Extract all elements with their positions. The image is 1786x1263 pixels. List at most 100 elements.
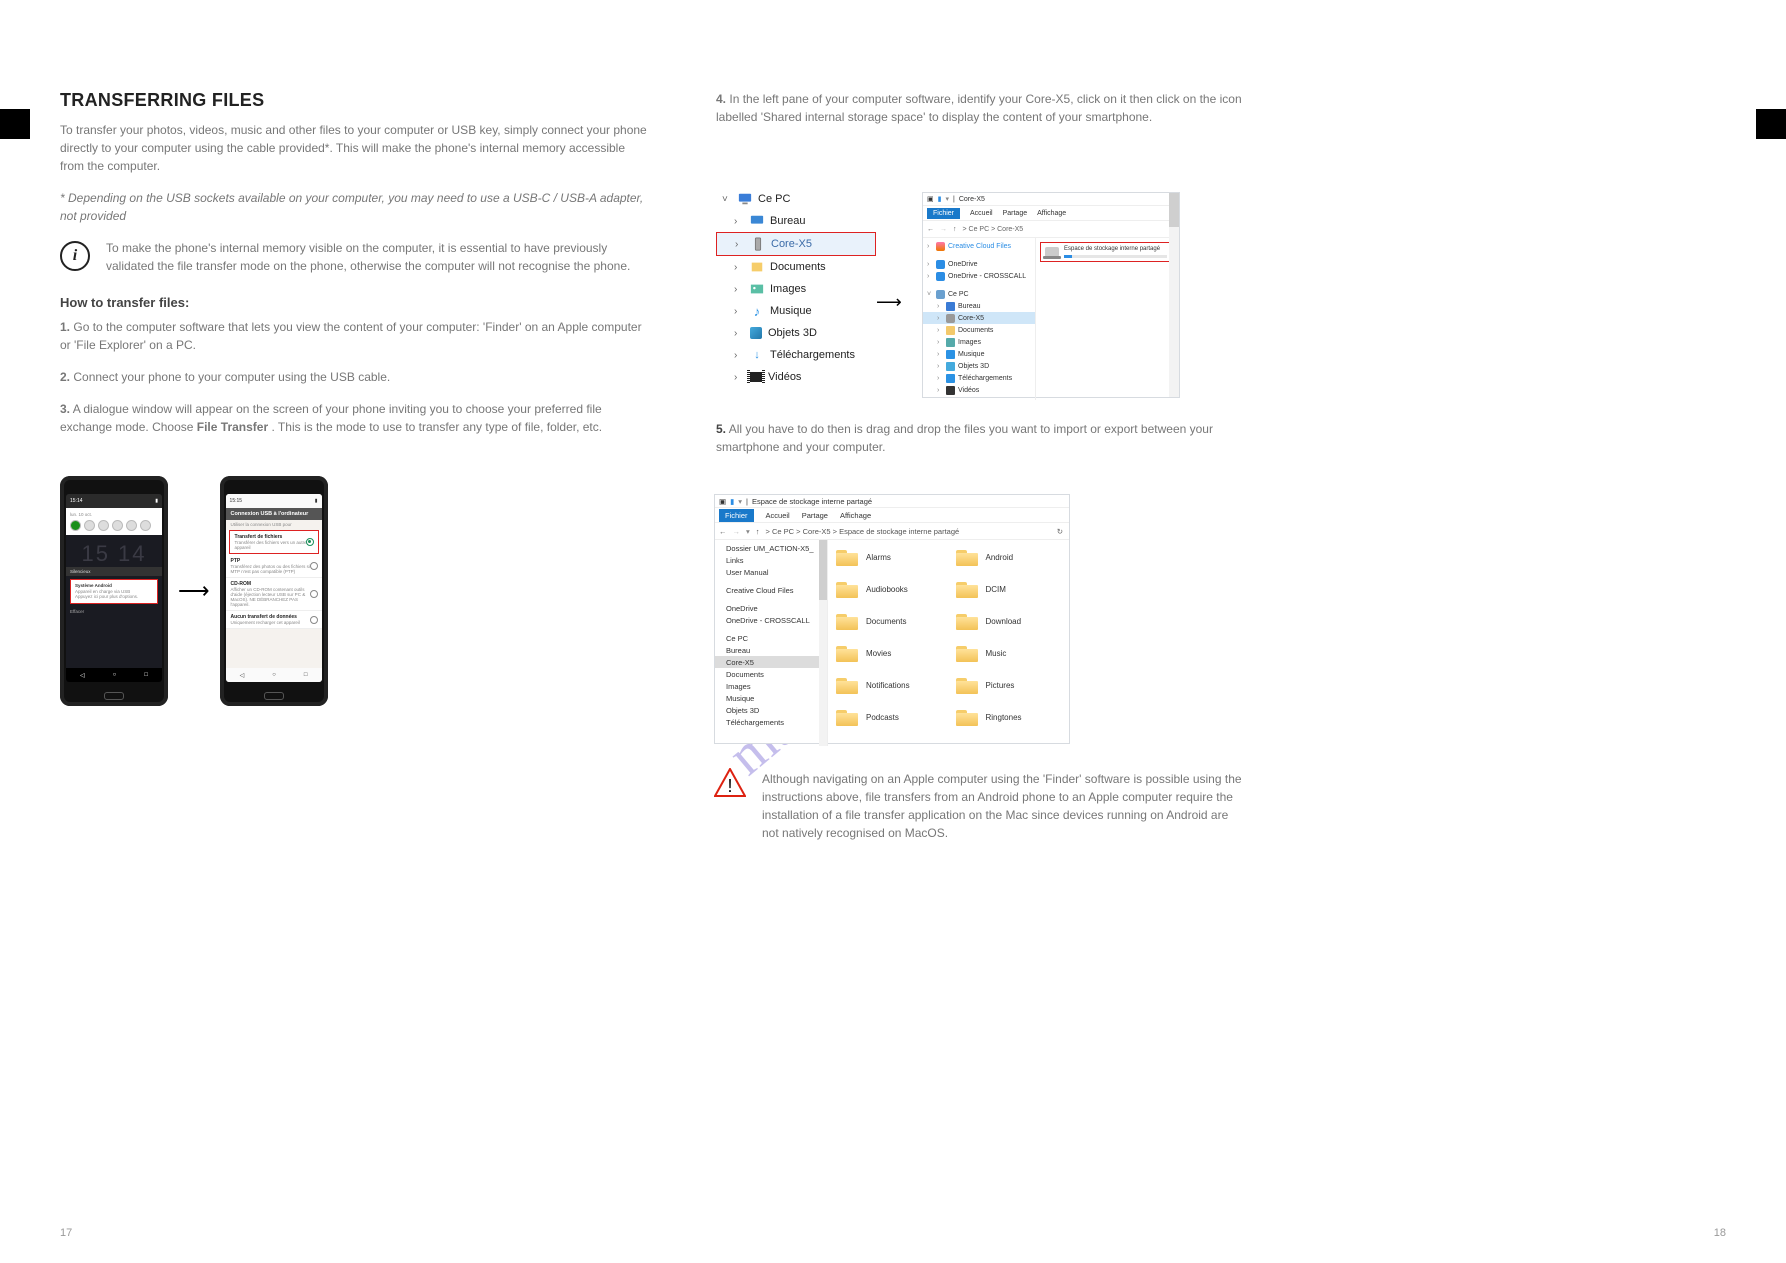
- folder-item: Ringtones: [956, 702, 1062, 732]
- pc-icon: [738, 192, 752, 206]
- side-label: OneDrive: [726, 604, 758, 613]
- lg-explorer-main: Alarms Android Audiobooks DCIM Documents…: [828, 540, 1069, 746]
- side-label: Ce PC: [948, 291, 969, 298]
- side-label: OneDrive - CROSSCALL: [726, 616, 810, 625]
- side-label: Creative Cloud Files: [948, 243, 1011, 250]
- side-label: Documents: [726, 670, 764, 679]
- mini-explorer-main: Espace de stockage interne partagé: [1036, 238, 1179, 400]
- page-edge-tab-right: [1756, 109, 1786, 139]
- chevron-right-icon: ›: [734, 372, 744, 383]
- radio-selected-icon: [306, 538, 314, 546]
- folder-item: Music: [956, 638, 1062, 668]
- arrow-icon: ⟶: [876, 292, 902, 313]
- step4-label: 4.: [716, 92, 726, 106]
- refresh-icon: ↻: [1057, 527, 1063, 536]
- phone2-statusbar: 15:15 ▮: [226, 494, 322, 508]
- lg-explorer-titlebar: ▣ ▮ ▾ | Espace de stockage interne parta…: [715, 495, 1069, 508]
- phone1-statusbar: 15:14 ▮: [66, 494, 162, 508]
- onedrive-icon: [936, 260, 945, 269]
- step2-label: 2.: [60, 370, 70, 384]
- side-label: Core-X5: [958, 315, 984, 322]
- folder-icon: [956, 612, 978, 630]
- phone-device-icon: [946, 314, 955, 323]
- folder-item: Alarms: [836, 542, 942, 572]
- folder-icon: [956, 580, 978, 598]
- footnote-text: Depending on the USB sockets available o…: [60, 191, 643, 223]
- mini-explorer-tabs: Fichier Accueil Partage Affichage: [923, 206, 1179, 221]
- folder-icon: [836, 580, 858, 598]
- side-label: Links: [726, 556, 744, 565]
- info-icon: i: [60, 241, 90, 271]
- quick-access-icon: ▮: [730, 497, 734, 506]
- folder-item: Android: [956, 542, 1062, 572]
- folder-icon: [836, 548, 858, 566]
- folder-icon: [836, 676, 858, 694]
- page-number-right: 18: [1714, 1227, 1726, 1239]
- chevron-right-icon: ›: [734, 328, 744, 339]
- mini-explorer: ▣ ▮ ▾ | Core-X5 Fichier Accueil Partage …: [922, 192, 1180, 398]
- phone2-screen: 15:15 ▮ Connexion USB à l'ordinateur Uti…: [226, 494, 322, 682]
- tab-partage: Partage: [802, 511, 828, 520]
- home-icon: ○: [272, 672, 276, 678]
- phone1-toggle-wifi-icon: [70, 520, 81, 531]
- step5: 5. All you have to do then is drag and d…: [716, 420, 1216, 456]
- phone1-highlighted-notif: Système Android Appareil en charge via U…: [70, 579, 158, 603]
- tree-root: ˅ Ce PC: [716, 188, 876, 210]
- step4: 4. In the left pane of your computer sof…: [716, 90, 1276, 126]
- nav-fwd-icon: →: [733, 527, 741, 536]
- phone2-opt1-sub: Transférer des fichiers vers un autre ap…: [235, 540, 313, 550]
- mini-explorer-sidebar: ›Creative Cloud Files ›OneDrive ›OneDriv…: [923, 238, 1036, 400]
- step5-text: All you have to do then is drag and drop…: [716, 422, 1213, 454]
- side-label: Dossier UM_ACTION-X5_: [726, 544, 814, 553]
- folder-item: Pictures: [956, 670, 1062, 700]
- folder-icon: [836, 644, 858, 662]
- folder-item: DCIM: [956, 574, 1062, 604]
- folder-item: Audiobooks: [836, 574, 942, 604]
- tree-item-telechargements: › ↓ Téléchargements: [716, 344, 876, 366]
- videos-icon: [946, 386, 955, 395]
- side-label: Objets 3D: [958, 363, 989, 370]
- left-page: TRANSFERRING FILES To transfer your phot…: [60, 90, 650, 706]
- section-title: TRANSFERRING FILES: [60, 90, 650, 111]
- side-label: Core-X5: [726, 658, 754, 667]
- tree-item-videos: › Vidéos: [716, 366, 876, 388]
- tab-affichage: Affichage: [1037, 210, 1066, 217]
- folder-icon: [836, 708, 858, 726]
- phone1-battery-icon: ▮: [155, 498, 158, 504]
- downloads-icon: ↓: [750, 348, 764, 362]
- warning-text: Although navigating on an Apple computer…: [762, 770, 1246, 842]
- explorer-tree: ˅ Ce PC › Bureau › Core-X5 › Documents ›…: [716, 188, 876, 388]
- step1: 1. Go to the computer software that lets…: [60, 318, 650, 354]
- recents-icon: □: [304, 672, 308, 678]
- tree-item-label: Bureau: [770, 215, 805, 227]
- phone2-option-cdrom: CD-ROM Afficher un CD-ROM contenant outi…: [226, 578, 322, 611]
- radio-icon: [310, 590, 318, 598]
- phone-device-icon: [751, 237, 765, 251]
- side-label: OneDrive - CROSSCALL: [948, 273, 1026, 280]
- phone1-home-button: [104, 692, 124, 700]
- phone2-opt4-sub: Uniquement recharger cet appareil: [231, 620, 317, 625]
- phone1-lockscreen-time: 15 14: [66, 535, 162, 567]
- folder-icon: [956, 644, 978, 662]
- folder-icon: [836, 612, 858, 630]
- scrollbar: [1169, 193, 1179, 397]
- tab-accueil: Accueil: [970, 210, 993, 217]
- tree-item-corex5: › Core-X5: [716, 232, 876, 256]
- nav-back-icon: ←: [719, 527, 727, 536]
- music-icon: [946, 350, 955, 359]
- tree-item-label: Téléchargements: [770, 349, 855, 361]
- tree-item-bureau: › Bureau: [716, 210, 876, 232]
- chevron-right-icon: ›: [734, 216, 744, 227]
- tab-fichier: Fichier: [719, 509, 754, 522]
- chevron-right-icon: ›: [734, 284, 744, 295]
- tree-item-objets3d: › Objets 3D: [716, 322, 876, 344]
- step2: 2. Connect your phone to your computer u…: [60, 368, 650, 386]
- phone-mock-2: 15:15 ▮ Connexion USB à l'ordinateur Uti…: [220, 476, 328, 706]
- folder-label: Alarms: [866, 553, 891, 562]
- folder-item: Documents: [836, 606, 942, 636]
- folder-label: Podcasts: [866, 713, 899, 722]
- folder-item: Notifications: [836, 670, 942, 700]
- phone1-toggle-plane-icon: [140, 520, 151, 531]
- tree-item-label: Objets 3D: [768, 327, 817, 339]
- chevron-right-icon: ›: [734, 262, 744, 273]
